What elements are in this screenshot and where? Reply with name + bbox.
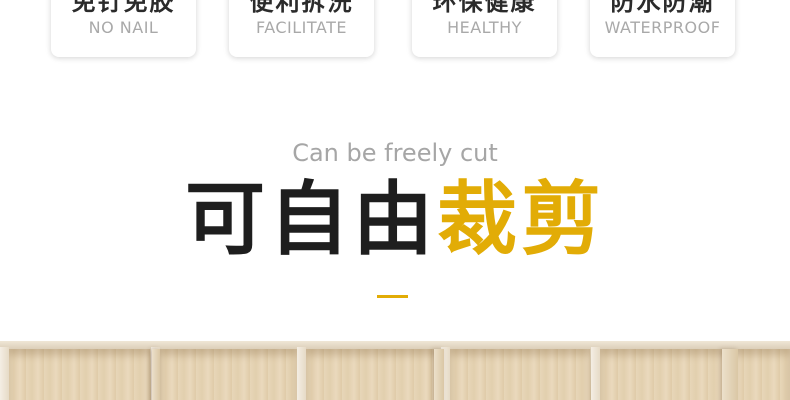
feature-title-cn: 防水防潮: [610, 0, 715, 16]
cabinet-top-frame: [0, 341, 790, 349]
feature-title-en: HEALTHY: [447, 18, 522, 37]
feature-title-en: FACILITATE: [255, 18, 348, 37]
feature-title-cn: 便利拆洗: [249, 0, 354, 16]
cabinet-post: [591, 347, 600, 400]
cabinet-cell: [160, 349, 297, 400]
cabinet-cell: [600, 349, 790, 400]
cabinet-post: [297, 347, 306, 400]
cabinet-door-open: [152, 349, 160, 400]
feature-cards: 免钉免胶 NO NAIL 便利拆洗 FACILITATE 环保健康 HEALTH…: [0, 0, 790, 70]
feature-card-no-nail: 免钉免胶 NO NAIL: [51, 0, 196, 57]
feature-card-healthy: 环保健康 HEALTHY: [412, 0, 557, 57]
cabinet-door-open: [722, 349, 738, 400]
feature-title-cn: 免钉免胶: [71, 0, 176, 16]
cabinet-post: [0, 347, 9, 400]
headline-dark-text: 可自由: [185, 173, 437, 266]
cabinet-photo: [0, 341, 790, 400]
feature-title-en: NO NAIL: [88, 18, 159, 37]
feature-title-cn: 环保健康: [432, 0, 537, 16]
section-subtitle: Can be freely cut: [292, 139, 498, 167]
feature-title-en: WATERPROOF: [604, 18, 721, 37]
section-headline: 可自由裁剪: [0, 172, 790, 268]
headline-accent-text: 裁剪: [437, 173, 605, 266]
feature-card-waterproof: 防水防潮 WATERPROOF: [590, 0, 735, 57]
cabinet-cell: [8, 349, 150, 400]
cabinet-door-open: [434, 349, 444, 400]
cabinet-cell: [306, 349, 442, 400]
feature-card-facilitate: 便利拆洗 FACILITATE: [229, 0, 374, 57]
cabinet-cell: [450, 349, 590, 400]
accent-divider: [377, 295, 408, 298]
